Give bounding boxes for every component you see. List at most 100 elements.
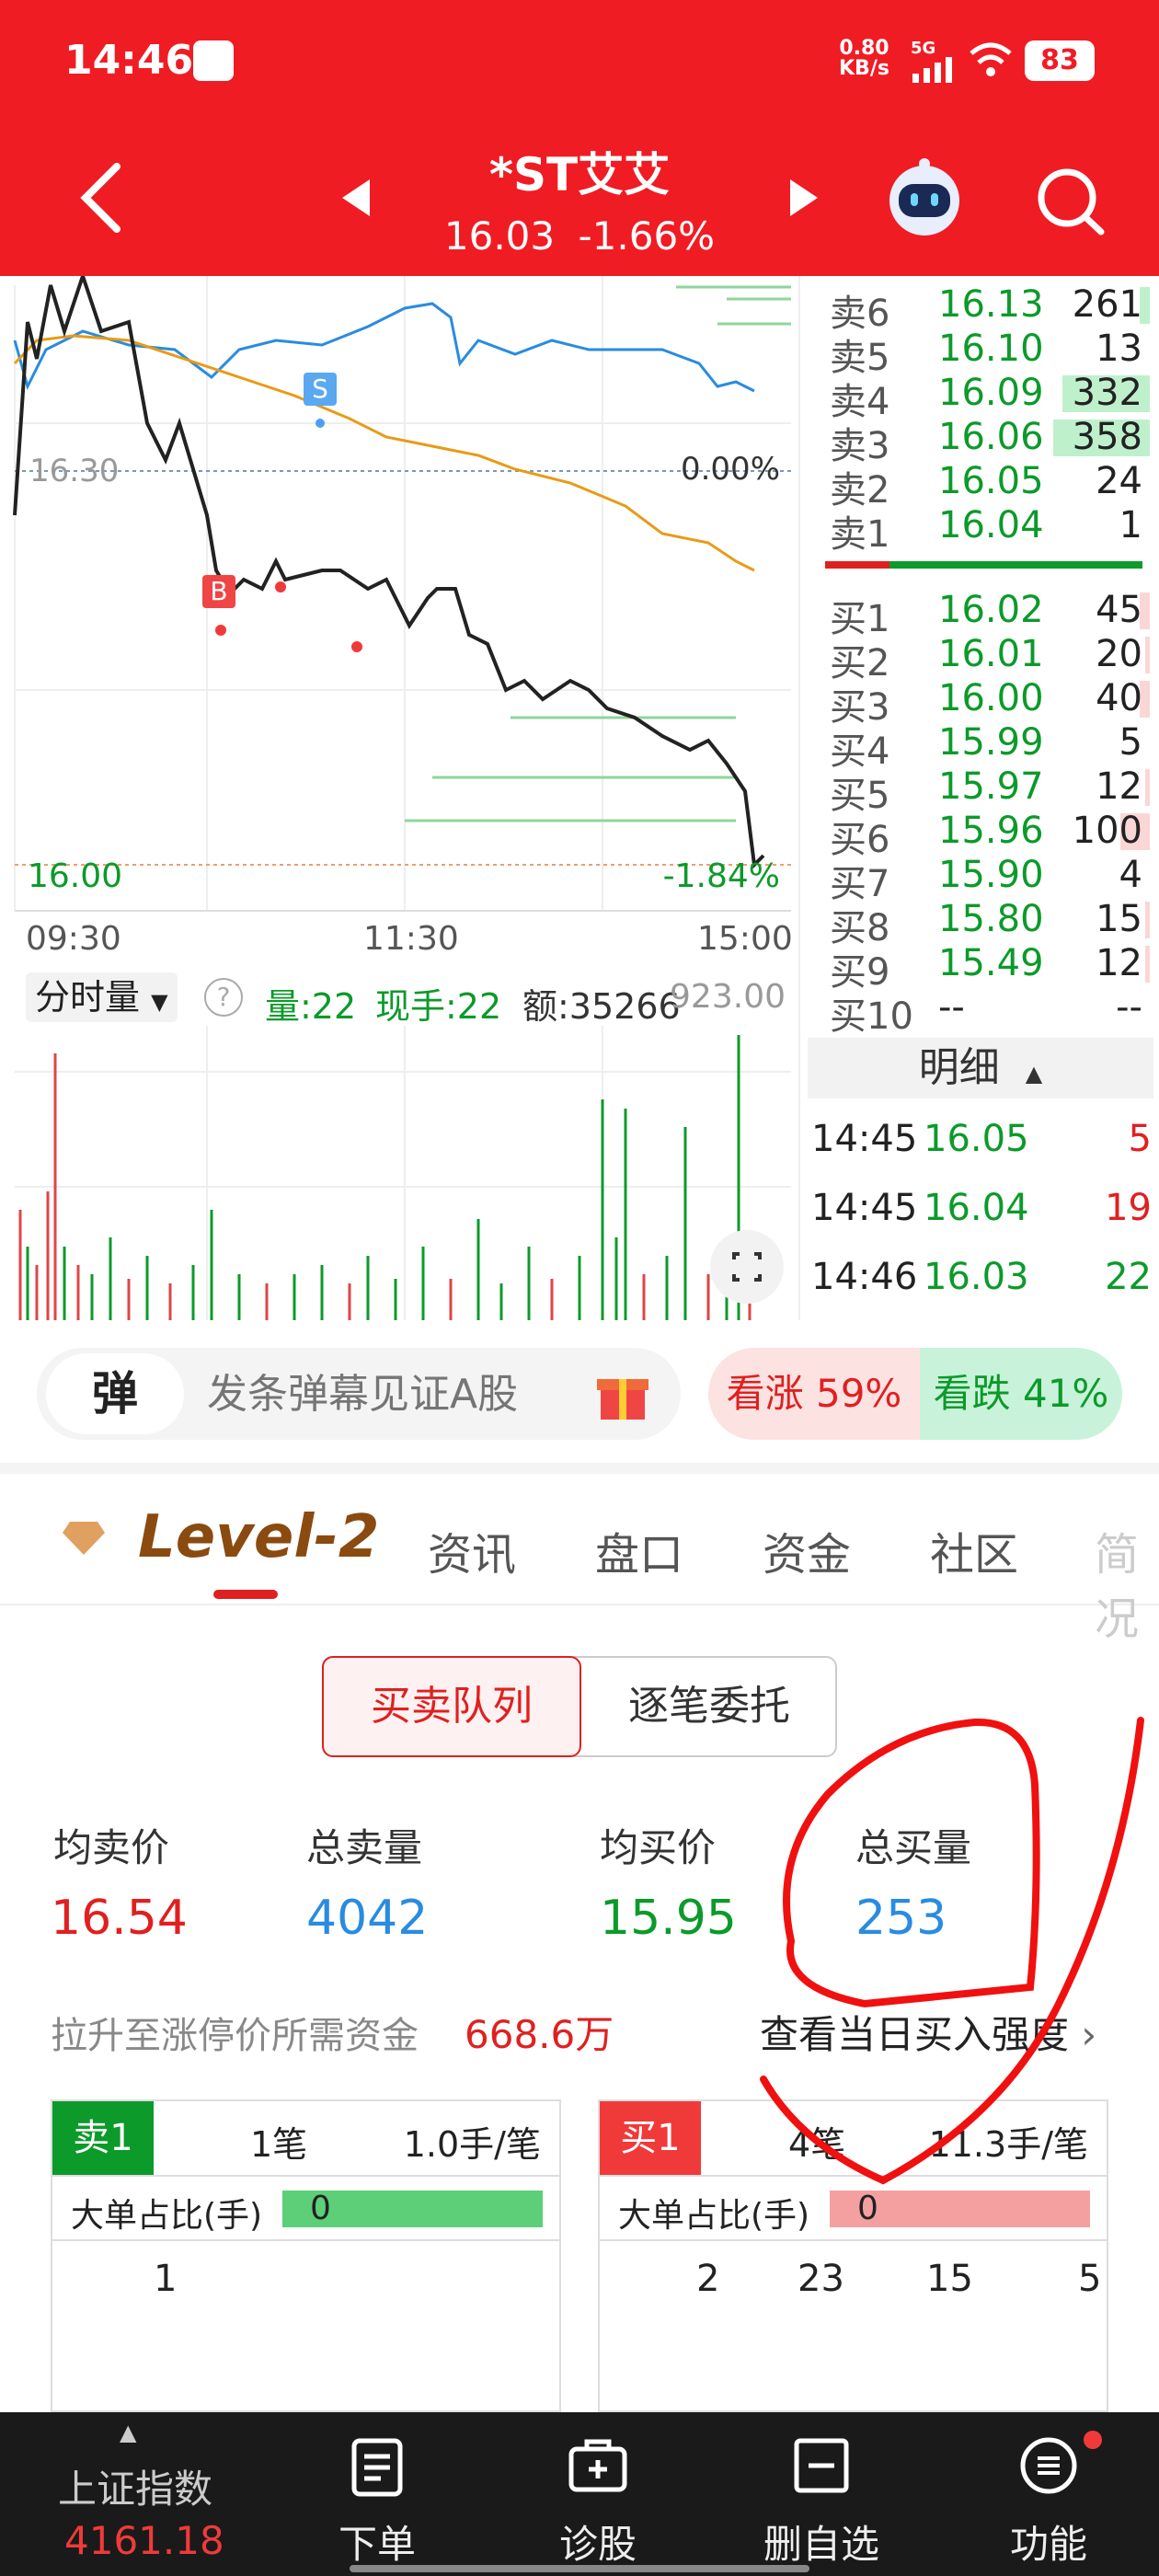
ask-row[interactable]: 卖1 16.04 1 <box>820 504 1142 556</box>
bullet-icon[interactable]: 弹 <box>46 1353 184 1434</box>
ask-row[interactable]: 卖2 16.05 24 <box>820 460 1142 512</box>
bullish-button[interactable]: 看涨 59% <box>708 1348 920 1440</box>
home-indicator <box>350 2565 809 2572</box>
nav-order[interactable]: 下单 <box>285 2412 469 2576</box>
buy-tag: 买1 <box>600 2101 701 2175</box>
nav-remove-watchlist[interactable]: 删自选 <box>729 2412 913 2576</box>
buy-order-1: 2 <box>696 2258 720 2300</box>
bullet-input[interactable] <box>207 1368 593 1420</box>
bid-row[interactable]: 买4 15.99 5 <box>820 721 1142 773</box>
volume-panel[interactable]: 分时量 ▼ ? 量:22 现手:22 额:35266 923.00 <box>0 961 800 1320</box>
next-stock-icon[interactable] <box>786 179 818 216</box>
signal-icon <box>912 57 952 83</box>
notification-dot <box>1084 2431 1102 2449</box>
volume-mode-label: 分时量 <box>35 977 141 1018</box>
bid-price: 15.90 <box>938 854 1044 896</box>
ask-row[interactable]: 卖4 16.09 332 <box>820 372 1150 423</box>
battery-level: 83 <box>1040 44 1079 76</box>
nav-functions[interactable]: 功能 <box>957 2412 1141 2576</box>
bid-row[interactable]: 买2 16.01 20 <box>820 633 1150 684</box>
nav-diagnose[interactable]: 诊股 <box>506 2412 690 2576</box>
bid-volume: -- <box>1116 986 1142 1029</box>
trade-volume: 19 <box>1105 1187 1152 1229</box>
bid-volume-bar <box>1145 637 1150 673</box>
expand-chart-icon[interactable] <box>710 1230 784 1304</box>
order-icon <box>351 2438 403 2497</box>
bid-price: 15.80 <box>938 898 1044 940</box>
detail-header[interactable]: 明细 ▲ <box>808 1038 1153 1098</box>
index-ticker[interactable]: ▲ 上证指数 4161.18 <box>51 2412 235 2576</box>
trade-time: 14:45 <box>811 1187 918 1229</box>
stock-name: *ST艾艾 <box>488 148 671 201</box>
bottom-nav: ▲ 上证指数 4161.18 下单 诊股 删自选 功能 <box>0 2412 1159 2576</box>
buy-marker[interactable]: B <box>202 575 235 608</box>
bid-row[interactable]: 买10 -- -- <box>820 986 1142 1038</box>
ask-row[interactable]: 卖6 16.13 261 <box>820 283 1150 335</box>
tab-capital[interactable]: 资金 <box>763 1518 851 1582</box>
trade-row: 14:46 16.03 22 <box>811 1256 1152 1311</box>
bid-row[interactable]: 买6 15.96 100 <box>820 810 1150 861</box>
nav-order-label: 下单 <box>338 2522 416 2567</box>
tab-news[interactable]: 资讯 <box>428 1518 516 1582</box>
bearish-label: 看跌 41% <box>933 1371 1109 1416</box>
trade-row: 14:45 16.05 5 <box>811 1118 1152 1173</box>
wifi-icon <box>970 42 1012 76</box>
trade-price: 16.05 <box>924 1118 1029 1160</box>
low-pct-label: -1.84% <box>662 857 780 895</box>
gift-icon[interactable] <box>593 1364 652 1423</box>
bid-row[interactable]: 买5 15.97 12 <box>820 765 1150 817</box>
max-volume-label: 923.00 <box>670 978 786 1016</box>
sell-big-order-label: 大单占比(手) <box>71 2197 263 2235</box>
tab-level2[interactable]: Level-2 <box>138 1503 379 1571</box>
trade-volume: 22 <box>1105 1256 1152 1298</box>
tab-community[interactable]: 社区 <box>930 1518 1018 1582</box>
bullet-comment-bar[interactable]: 弹 <box>37 1348 681 1440</box>
help-icon[interactable]: ? <box>204 978 243 1017</box>
stock-price: 16.03 <box>443 213 556 259</box>
net-speed-unit: KB/s <box>839 57 889 80</box>
bid-row[interactable]: 买1 16.02 45 <box>820 589 1150 640</box>
bid-volume-bar <box>1145 769 1150 806</box>
ask-volume: 24 <box>1096 460 1142 502</box>
menu-icon <box>1020 2437 1077 2494</box>
bid-volume: 100 <box>1072 810 1142 852</box>
sell-big-order-value: 0 <box>310 2190 331 2227</box>
intraday-chart[interactable]: S B 16.30 0.00% 16.00 -1.84% 09:30 11:30… <box>0 276 800 961</box>
bid-volume: 45 <box>1096 589 1142 631</box>
tab-handicap[interactable]: 盘口 <box>595 1518 683 1582</box>
bid-price: 16.00 <box>938 677 1044 719</box>
caret-up-icon: ▲ <box>1025 1061 1043 1087</box>
stock-price-line: 16.03 -1.66% <box>0 213 1159 259</box>
buy-order-3: 15 <box>926 2258 973 2300</box>
tab-profile[interactable]: 简况 <box>1095 1518 1159 1647</box>
bid-row[interactable]: 买7 15.90 4 <box>820 854 1142 905</box>
sell-tag: 卖1 <box>52 2101 154 2175</box>
bid-row[interactable]: 买9 15.49 12 <box>820 942 1150 994</box>
app-header: 14:46 0.80 KB/s 5G 83 *ST艾艾 16.03 -1.66% <box>0 0 1159 276</box>
robot-assistant-icon[interactable] <box>883 156 966 239</box>
hand-label: 现手:22 <box>375 986 502 1027</box>
ask-price: 16.09 <box>938 372 1044 414</box>
bid-row[interactable]: 买3 16.00 40 <box>820 677 1150 729</box>
spread-divider <box>825 561 1142 569</box>
bid-price: 16.01 <box>938 633 1044 675</box>
ask-price: 16.04 <box>938 504 1044 546</box>
sell-marker-label: S <box>312 374 328 404</box>
ask-volume: 261 <box>1072 283 1142 326</box>
volume-mode-dropdown[interactable]: 分时量 ▼ <box>26 972 178 1022</box>
sell-marker[interactable]: S <box>304 373 337 406</box>
tab-buy-sell-queue[interactable]: 买卖队列 <box>322 1656 581 1757</box>
ask-row[interactable]: 卖3 16.06 358 <box>820 416 1150 467</box>
bearish-button[interactable]: 看跌 41% <box>920 1348 1122 1440</box>
status-time: 14:46 <box>64 37 194 84</box>
capital-needed-label: 拉升至涨停价所需资金 <box>51 2015 419 2057</box>
index-name: 上证指数 <box>58 2467 213 2512</box>
search-icon[interactable] <box>1035 166 1108 239</box>
bid-price: 15.96 <box>938 810 1044 852</box>
bid-price: 15.99 <box>938 721 1044 764</box>
bid-price: 15.97 <box>938 765 1044 808</box>
bid-row[interactable]: 买8 15.80 15 <box>820 898 1150 949</box>
ask-row[interactable]: 卖5 16.10 13 <box>820 328 1142 379</box>
volume-bars-svg <box>15 1026 791 1320</box>
remove-icon <box>794 2438 849 2493</box>
